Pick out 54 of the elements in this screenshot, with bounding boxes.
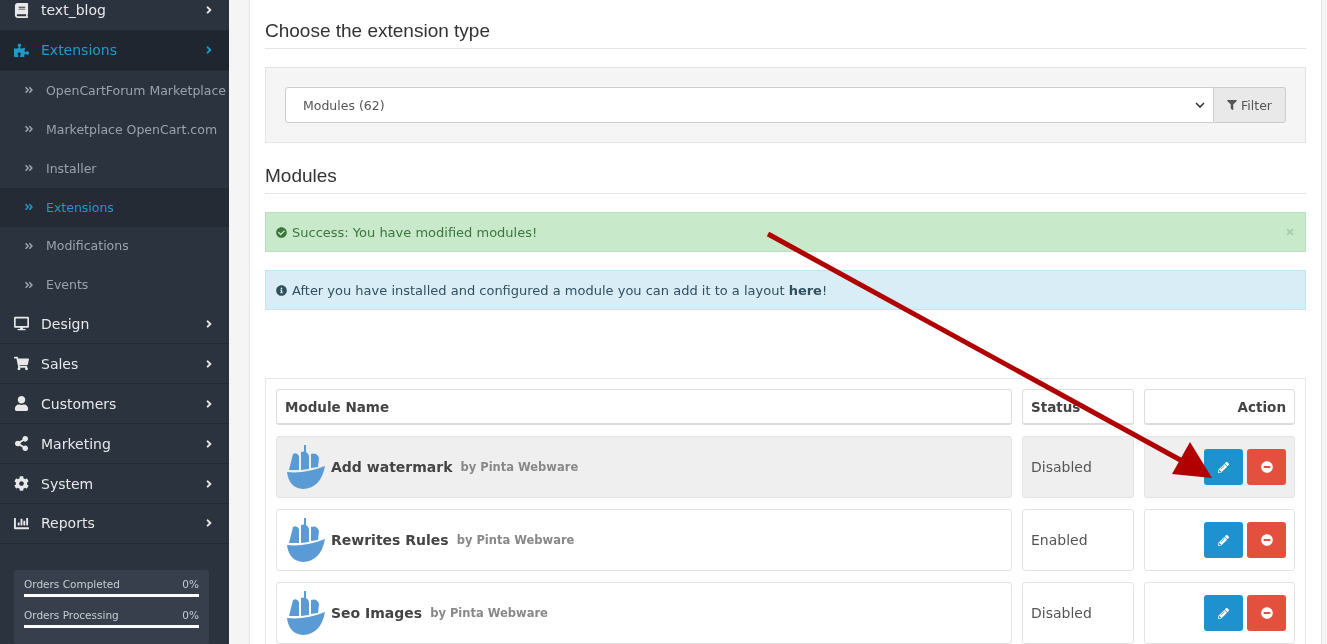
alert-text: Success: You have modified modules! [292, 224, 539, 240]
dropdown-caret-icon [1195, 102, 1206, 108]
double-chevron-icon [24, 279, 34, 290]
menu-icon [14, 396, 29, 412]
stat-label: Orders Processing [24, 608, 119, 621]
ship-logo-icon [285, 590, 327, 636]
ship-logo-icon [285, 517, 327, 563]
module-status: Disabled [1031, 459, 1092, 475]
menu-icon [14, 2, 29, 18]
menu-icon [14, 316, 29, 332]
double-chevron-icon [24, 85, 34, 96]
double-chevron-icon [24, 202, 34, 213]
type-select[interactable]: Modules (62) [285, 87, 1215, 123]
sidebar-item[interactable]: text_blog [0, 0, 229, 31]
module-name: Add watermark [331, 459, 453, 475]
filter-button[interactable]: Filter [1214, 87, 1286, 123]
menu-icon [14, 476, 29, 491]
pencil-icon [1218, 607, 1229, 619]
double-chevron-icon [24, 241, 34, 251]
module-name: Rewrites Rules [331, 532, 449, 548]
menu-icon [14, 356, 29, 372]
stat-label: Orders Completed [24, 577, 120, 590]
module-author: by Pinta Webware [430, 606, 548, 620]
section-heading: Modules [265, 165, 1306, 194]
module-author: by Pinta Webware [456, 533, 575, 547]
uninstall-button[interactable] [1247, 522, 1286, 558]
menu-icon [14, 42, 29, 58]
module-status: Enabled [1031, 532, 1088, 548]
sidebar-item[interactable]: Extensions [0, 30, 229, 71]
menu-icon [14, 515, 29, 531]
filter-icon [1227, 100, 1238, 110]
module-status: Disabled [1031, 605, 1092, 621]
column-header: Module Name [276, 389, 1012, 425]
column-header: Action [1144, 389, 1295, 425]
edit-button[interactable] [1204, 595, 1243, 631]
uninstall-button[interactable] [1247, 449, 1286, 485]
double-chevron-icon [24, 124, 34, 135]
alert-text: After you have installed and configured a module you can add it to a layout here! [292, 282, 829, 298]
uninstall-button[interactable] [1247, 595, 1286, 631]
module-author: by Pinta Webware [460, 460, 579, 474]
stat-value: 0% [182, 577, 199, 590]
pencil-icon [1218, 461, 1229, 473]
info-icon [276, 284, 287, 296]
column-header: Status [1022, 389, 1134, 425]
module-name: Seo Images [331, 605, 423, 621]
edit-button[interactable] [1204, 522, 1243, 558]
submenu-item[interactable]: Extensions [0, 187, 229, 227]
pencil-icon [1218, 534, 1229, 546]
section-heading: Choose the extension type [265, 20, 1306, 49]
ship-logo-icon [285, 444, 327, 490]
stat-value: 0% [182, 608, 199, 621]
menu-icon [14, 436, 29, 452]
double-chevron-icon [24, 163, 34, 174]
edit-button[interactable] [1204, 449, 1243, 485]
